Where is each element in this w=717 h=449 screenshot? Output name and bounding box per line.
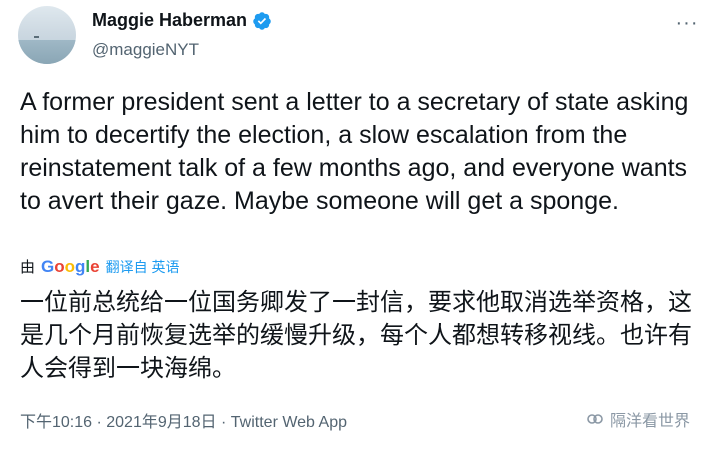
tweet-text: A former president sent a letter to a se… xyxy=(20,88,689,215)
translation-prefix: 由 xyxy=(20,259,36,276)
watermark: 隔洋看世界 xyxy=(584,407,690,431)
tweet-card: Maggie Haberman @maggieNYT ··· A former … xyxy=(0,0,717,449)
more-options-icon[interactable]: ··· xyxy=(672,10,702,36)
watermark-text: 隔洋看世界 xyxy=(610,413,691,430)
tweet-meta: 下午10:16 · 2021年9月18日 · Twitter Web App xyxy=(20,408,347,432)
author-name-row[interactable]: Maggie Haberman xyxy=(92,10,272,31)
wechat-channel-icon xyxy=(584,409,606,429)
meta-separator: · xyxy=(216,414,231,431)
translated-text: 一位前总统给一位国务卿发了一封信，要求他取消选举资格，这是几个月前恢复选举的缓慢… xyxy=(20,289,692,382)
translated-from-link[interactable]: 翻译自 英语 xyxy=(106,257,180,277)
author-display-name[interactable]: Maggie Haberman xyxy=(92,10,247,31)
author-handle[interactable]: @maggieNYT xyxy=(92,40,199,60)
google-logo: Google xyxy=(41,256,100,276)
verified-badge-icon xyxy=(252,11,272,31)
avatar-sea xyxy=(18,40,76,64)
tweet-source[interactable]: Twitter Web App xyxy=(231,414,347,431)
avatar-boat xyxy=(34,36,39,38)
avatar[interactable] xyxy=(18,6,76,64)
translation-attribution: 由 Google 翻译自 英语 xyxy=(20,256,180,277)
tweet-timestamp[interactable]: 下午10:16 · 2021年9月18日 xyxy=(20,414,217,431)
